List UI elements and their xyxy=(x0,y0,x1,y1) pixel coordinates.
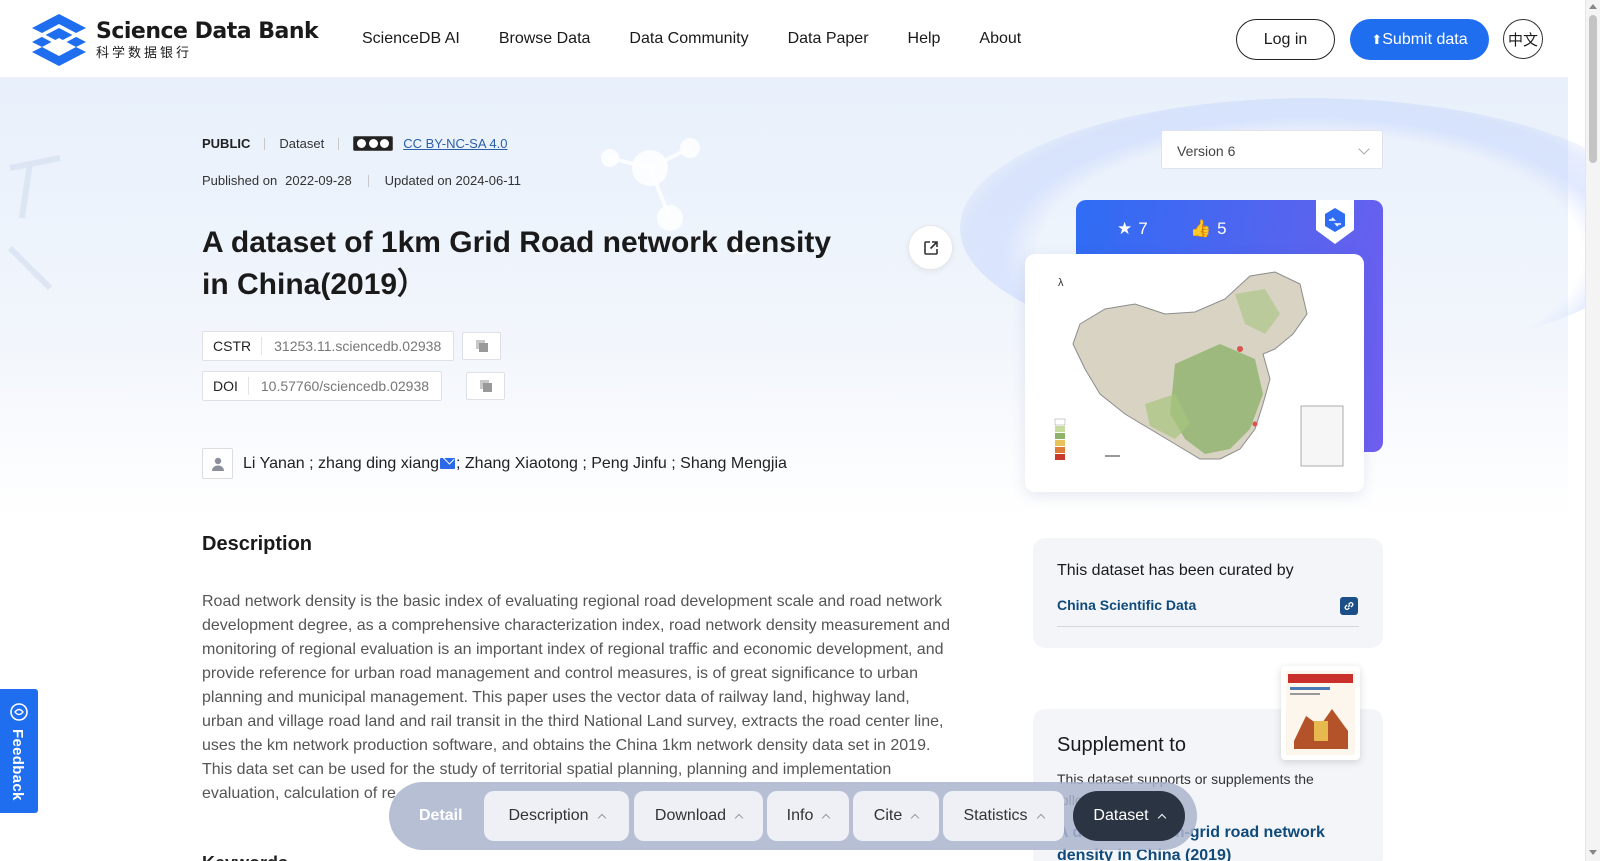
copy-icon xyxy=(475,340,488,352)
star-count[interactable]: ★ 7 xyxy=(1117,219,1148,239)
description-text: Road network density is the basic index … xyxy=(202,593,950,802)
dock-tab-label: Description xyxy=(508,807,589,824)
version-select-value: Version 6 xyxy=(1177,143,1236,159)
dock-detail-label: Detail xyxy=(419,807,463,824)
dataset-title: A dataset of 1km Grid Road network densi… xyxy=(202,226,832,301)
scroll-down-arrow-icon[interactable] xyxy=(1589,850,1597,855)
journal-cover-image[interactable] xyxy=(1281,666,1360,760)
dataset-dates-row: Published on 2022-09-28 Updated on 2024-… xyxy=(202,173,521,188)
dna-decoration xyxy=(7,155,61,291)
cc-license-icon xyxy=(353,136,394,151)
journal-cover-art xyxy=(1286,671,1355,755)
mail-icon[interactable] xyxy=(440,458,456,469)
page-scrollbar[interactable] xyxy=(1585,0,1600,861)
dock-tab-download[interactable]: Download xyxy=(634,791,763,841)
scroll-thumb[interactable] xyxy=(1589,15,1597,163)
thumbs-up-icon: 👍 xyxy=(1190,219,1212,238)
china-road-density-map-image: λ xyxy=(1054,271,1344,467)
section-dock-nav: Detail Description Download Info Cite St… xyxy=(389,782,1197,850)
site-logo[interactable]: Science Data Bank 科学数据银行 xyxy=(30,12,319,68)
logo-mark-icon xyxy=(32,14,86,66)
version-select[interactable]: Version 6 xyxy=(1161,130,1383,169)
chevron-up-icon xyxy=(734,813,744,823)
nav-sciencedb-ai[interactable]: ScienceDB AI xyxy=(362,30,460,48)
dock-tab-label: Download xyxy=(654,807,727,824)
access-badge: PUBLIC xyxy=(202,136,251,151)
logo-title: Science Data Bank xyxy=(96,19,319,44)
divider xyxy=(1057,626,1359,627)
feedback-icon xyxy=(10,703,28,721)
copy-cstr-button[interactable] xyxy=(462,332,501,360)
dataset-thumbnail-map[interactable]: λ xyxy=(1025,254,1364,492)
login-button[interactable]: Log in xyxy=(1236,19,1335,60)
nav-browse-data[interactable]: Browse Data xyxy=(499,30,591,48)
copy-icon xyxy=(479,380,492,392)
nav-data-paper[interactable]: Data Paper xyxy=(788,30,869,48)
doi-label: DOI xyxy=(203,377,249,395)
nav-help[interactable]: Help xyxy=(908,30,941,48)
dock-tab-cite[interactable]: Cite xyxy=(853,791,939,841)
nav-data-community[interactable]: Data Community xyxy=(629,30,748,48)
cstr-label: CSTR xyxy=(203,337,263,355)
divider xyxy=(264,137,266,150)
shield-badge-icon xyxy=(1316,200,1354,244)
feedback-label: Feedback xyxy=(9,729,26,801)
cstr-value: 31253.11.sciencedb.02938 xyxy=(274,338,442,354)
dock-tab-dataset[interactable]: Dataset xyxy=(1073,791,1185,841)
dock-tab-label: Statistics xyxy=(963,807,1028,824)
dock-tab-label: Info xyxy=(786,807,814,824)
cstr-field: CSTR 31253.11.sciencedb.02938 xyxy=(202,331,455,361)
published-label: Published on xyxy=(202,173,278,188)
chevron-up-icon xyxy=(1157,813,1166,823)
upload-icon: ⬆ xyxy=(1371,31,1383,47)
curator-link[interactable]: China Scientific Data xyxy=(1057,597,1196,613)
doi-value: 10.57760/sciencedb.02938 xyxy=(260,378,430,394)
chevron-up-icon xyxy=(597,813,606,823)
dock-tab-label: Dataset xyxy=(1093,807,1149,824)
submit-data-button[interactable]: ⬆Submit data xyxy=(1350,19,1489,60)
person-icon xyxy=(202,448,233,479)
doi-field: DOI 10.57760/sciencedb.02938 xyxy=(202,371,443,401)
link-icon[interactable] xyxy=(1340,597,1358,615)
supplement-heading: Supplement to xyxy=(1057,734,1186,756)
like-count-value: 5 xyxy=(1217,219,1227,238)
chevron-up-icon xyxy=(1036,813,1045,823)
divider xyxy=(338,137,340,150)
scroll-up-arrow-icon[interactable] xyxy=(1589,4,1597,9)
dock-tab-description[interactable]: Description xyxy=(484,791,629,841)
curated-by-panel: This dataset has been curated by China S… xyxy=(1033,538,1383,648)
dataset-meta-row: PUBLIC Dataset CC BY-NC-SA 4.0 xyxy=(202,136,507,151)
dock-tab-info[interactable]: Info xyxy=(767,791,849,841)
submit-data-label: Submit data xyxy=(1382,30,1468,48)
updated-date: Updated on 2024-06-11 xyxy=(384,173,522,188)
license-link[interactable]: CC BY-NC-SA 4.0 xyxy=(403,136,507,151)
top-header: Science Data Bank 科学数据银行 ScienceDB AI Br… xyxy=(0,0,1568,78)
description-heading: Description xyxy=(202,533,313,555)
star-count-value: 7 xyxy=(1138,219,1148,238)
author-list: Li Yanan ; zhang ding xiang ; Zhang Xiao… xyxy=(202,448,787,479)
chevron-down-icon xyxy=(1358,143,1370,155)
like-count[interactable]: 👍 5 xyxy=(1190,219,1227,239)
svg-text:λ: λ xyxy=(1058,277,1064,289)
star-icon: ★ xyxy=(1117,219,1133,238)
divider xyxy=(367,174,369,187)
author-names[interactable]: Li Yanan ; zhang ding xiang xyxy=(243,455,439,473)
feedback-button[interactable]: Feedback xyxy=(0,689,38,813)
share-button[interactable] xyxy=(908,225,953,270)
published-date: 2022-09-28 xyxy=(285,173,352,188)
share-icon xyxy=(923,240,938,255)
chevron-up-icon xyxy=(822,813,831,823)
chevron-up-icon xyxy=(910,813,920,823)
dock-tab-statistics[interactable]: Statistics xyxy=(943,791,1064,841)
nav-about[interactable]: About xyxy=(979,30,1021,48)
main-nav: ScienceDB AI Browse Data Data Community … xyxy=(362,30,1060,48)
curated-by-label: This dataset has been curated by xyxy=(1057,562,1294,579)
language-toggle-button[interactable]: 中文 xyxy=(1503,19,1543,59)
author-names-rest[interactable]: ; Zhang Xiaotong ; Peng Jinfu ; Shang Me… xyxy=(456,455,787,473)
dock-tab-label: Cite xyxy=(873,807,903,824)
copy-doi-button[interactable] xyxy=(466,372,505,400)
logo-subtitle: 科学数据银行 xyxy=(96,45,193,60)
keywords-heading: Keywords xyxy=(202,853,288,861)
resource-type: Dataset xyxy=(279,136,325,151)
